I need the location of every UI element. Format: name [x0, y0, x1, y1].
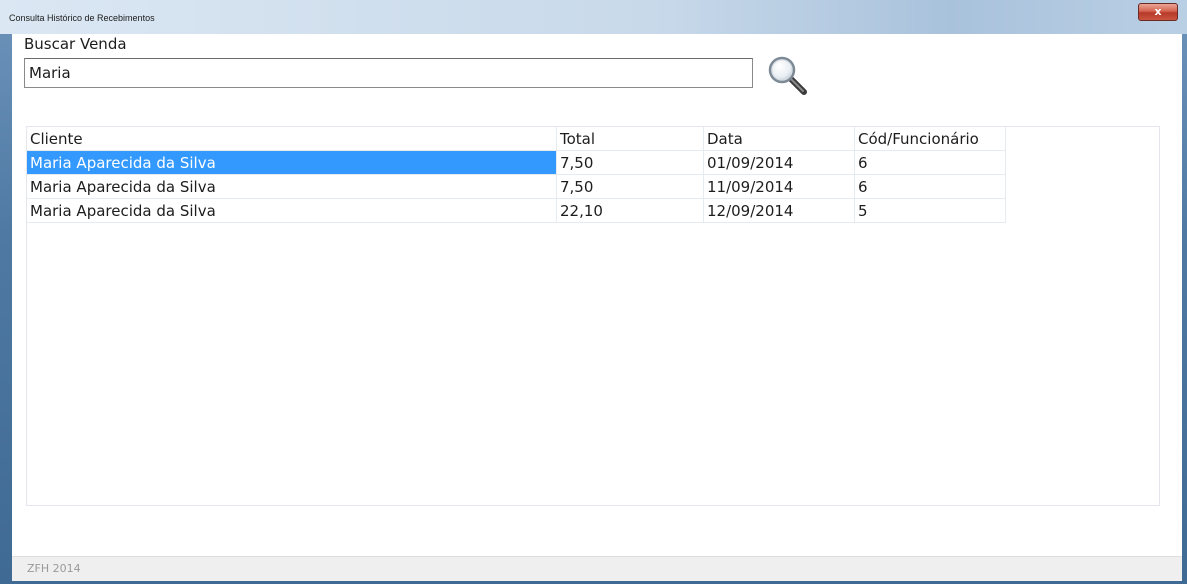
cell-cod-funcionario[interactable]: 5: [855, 199, 1006, 223]
cell-total[interactable]: 7,50: [557, 151, 704, 175]
column-header-cliente[interactable]: Cliente: [27, 127, 557, 151]
cell-data[interactable]: 12/09/2014: [704, 199, 855, 223]
search-label: Buscar Venda: [24, 35, 127, 53]
cell-cod-funcionario[interactable]: 6: [855, 175, 1006, 199]
app-window: Consulta Histórico de Recebimentos x Bus…: [0, 0, 1187, 584]
status-bar: ZFH 2014: [12, 556, 1182, 581]
results-grid[interactable]: Cliente Total Data Cód/Funcionário Maria…: [26, 126, 1160, 506]
cell-cod-funcionario[interactable]: 6: [855, 151, 1006, 175]
close-icon: x: [1154, 5, 1162, 18]
column-header-total[interactable]: Total: [557, 127, 704, 151]
cell-cliente[interactable]: Maria Aparecida da Silva: [27, 199, 557, 223]
cell-cliente[interactable]: Maria Aparecida da Silva: [27, 151, 557, 175]
cell-cliente[interactable]: Maria Aparecida da Silva: [27, 175, 557, 199]
cell-data[interactable]: 01/09/2014: [704, 151, 855, 175]
table-row[interactable]: Maria Aparecida da Silva 7,50 01/09/2014…: [27, 151, 1006, 175]
window-title: Consulta Histórico de Recebimentos: [9, 13, 155, 23]
column-header-data[interactable]: Data: [704, 127, 855, 151]
cell-total[interactable]: 7,50: [557, 175, 704, 199]
close-button[interactable]: x: [1138, 3, 1178, 21]
magnifier-icon[interactable]: [766, 54, 808, 96]
header-row: Cliente Total Data Cód/Funcionário: [27, 127, 1006, 151]
title-bar[interactable]: Consulta Histórico de Recebimentos x: [0, 0, 1187, 34]
table-row[interactable]: Maria Aparecida da Silva 7,50 11/09/2014…: [27, 175, 1006, 199]
cell-total[interactable]: 22,10: [557, 199, 704, 223]
column-header-cod-funcionario[interactable]: Cód/Funcionário: [855, 127, 1006, 151]
cell-data[interactable]: 11/09/2014: [704, 175, 855, 199]
table-row[interactable]: Maria Aparecida da Silva 22,10 12/09/201…: [27, 199, 1006, 223]
status-text: ZFH 2014: [27, 562, 81, 575]
search-input[interactable]: [24, 58, 753, 88]
